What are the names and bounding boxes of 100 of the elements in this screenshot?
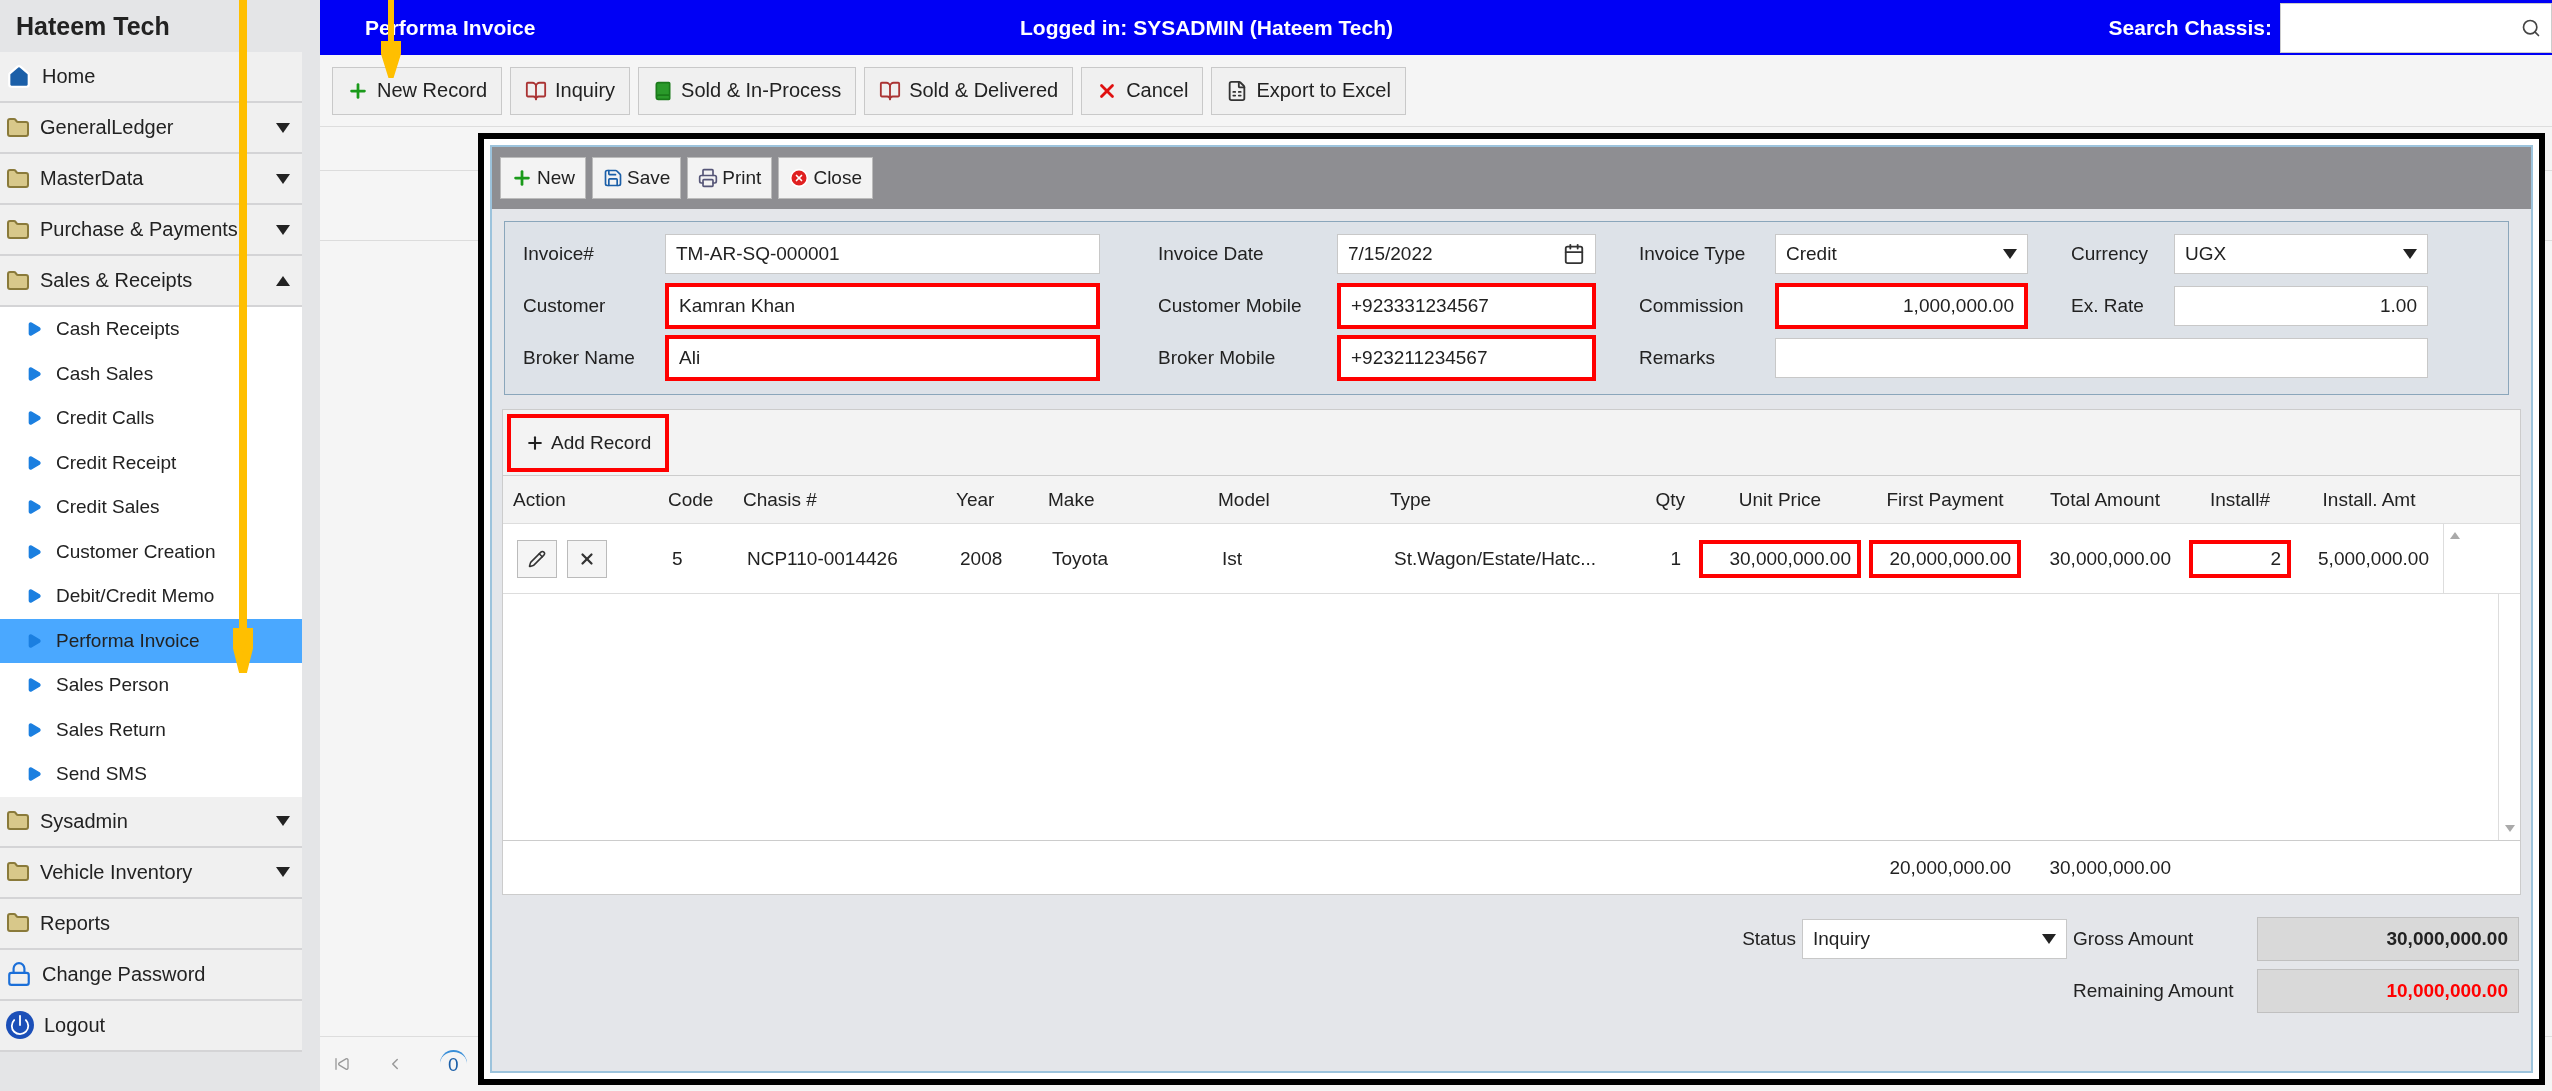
input-field[interactable]: 1,000,000.00 <box>1775 283 2028 329</box>
sidebar-item[interactable]: Change Password <box>0 949 302 1001</box>
bullet-icon <box>26 321 42 338</box>
search-label: Search Chassis: <box>2108 15 2273 40</box>
sidebar-subitem[interactable]: Cash Receipts <box>0 307 302 352</box>
bullet-icon <box>26 632 42 649</box>
sidebar-item[interactable]: Purchase & Payments <box>0 205 302 256</box>
toolbar-button[interactable]: Sold & In-Process <box>638 66 857 115</box>
search-field[interactable] <box>2280 2 2552 53</box>
table-cell-text: 2008 <box>959 546 1004 571</box>
input-field[interactable]: TM-AR-SQ-000001 <box>665 234 1100 274</box>
toolbar-button[interactable]: Print <box>687 157 773 199</box>
sidebar-item[interactable]: Reports <box>0 898 302 950</box>
toolbar-button[interactable]: Inquiry <box>510 66 631 115</box>
amount-field: 30,000,000.00 <box>2257 917 2519 961</box>
field-label: Customer Mobile <box>1158 295 1303 317</box>
expand-caret-icon <box>2042 934 2056 944</box>
sidebar-subitem[interactable]: Cash Sales <box>0 351 302 396</box>
column-header: Type <box>1389 488 1433 511</box>
delete-button[interactable] <box>567 539 607 578</box>
total-cell-text: 20,000,000.00 <box>1888 855 2012 880</box>
column-header: Install. Amt <box>2321 488 2417 511</box>
field-label: Invoice Date <box>1158 243 1265 265</box>
sidebar-subitem[interactable]: Credit Calls <box>0 396 302 441</box>
bullet-icon <box>26 766 42 783</box>
sidebar-item[interactable]: Sales & Receipts <box>0 256 302 307</box>
toolbar-button[interactable]: New <box>500 157 586 199</box>
field-label: Status <box>1742 928 1796 950</box>
table-cell: 30,000,000.00 <box>1699 539 1861 578</box>
collapse-caret-icon <box>276 275 290 286</box>
column-header: Year <box>955 488 996 511</box>
sidebar-subitem[interactable]: Sales Return <box>0 707 302 752</box>
toolbar-button[interactable]: Close <box>778 157 873 199</box>
field-label: Ex. Rate <box>2071 295 2145 317</box>
input-field[interactable]: Kamran Khan <box>665 283 1100 329</box>
sidebar-subitem[interactable]: Sales Person <box>0 663 302 708</box>
dropdown[interactable]: UGX <box>2174 234 2428 274</box>
sidebar-item[interactable]: Home <box>0 52 302 103</box>
toolbar-button[interactable]: Sold & Delivered <box>864 66 1074 115</box>
sidebar-item[interactable]: Sysadmin <box>0 796 302 848</box>
dropdown[interactable]: Inquiry <box>1802 919 2067 959</box>
login-info: Logged in: SYSADMIN (Hateem Tech) <box>1020 15 1394 40</box>
folder-icon <box>6 911 30 935</box>
expand-caret-icon <box>276 122 290 133</box>
book-icon <box>653 80 674 101</box>
field-label: Remarks <box>1639 347 1716 369</box>
bullet-icon <box>26 721 42 738</box>
sidebar-item[interactable]: GeneralLedger <box>0 103 302 154</box>
toolbar-button[interactable]: Cancel <box>1081 66 1204 115</box>
column-header: First Payment <box>1885 488 2005 511</box>
column-header: Model <box>1217 488 1271 511</box>
power-icon <box>6 1011 34 1039</box>
input-field[interactable] <box>1775 338 2428 378</box>
sidebar-subitem[interactable]: Credit Sales <box>0 485 302 530</box>
sidebar-subitem[interactable]: Credit Receipt <box>0 440 302 485</box>
table-cell-text: Ist <box>1221 546 1244 571</box>
folder-icon <box>6 217 30 242</box>
sidebar-subitem[interactable]: Debit/Credit Memo <box>0 574 302 619</box>
column-header: Code <box>667 488 715 511</box>
date-field[interactable]: 7/15/2022 <box>1337 234 1596 274</box>
column-header: Qty <box>1654 488 1686 511</box>
sidebar-item[interactable]: Vehicle Inventory <box>0 847 302 899</box>
save-icon <box>603 168 623 188</box>
bullet-icon <box>26 410 42 427</box>
field-label: Broker Mobile <box>1158 347 1277 369</box>
field-label: Invoice Type <box>1639 243 1747 265</box>
calendar-icon[interactable] <box>1563 243 1585 265</box>
dropdown[interactable]: Credit <box>1775 234 2028 274</box>
field-label: Commission <box>1639 295 1745 317</box>
sidebar-subitem[interactable]: Performa Invoice <box>0 618 302 663</box>
field-label: Broker Name <box>523 347 636 369</box>
page-number[interactable]: 0 <box>440 1050 467 1078</box>
lock-icon <box>6 961 32 987</box>
folder-icon <box>6 115 30 140</box>
add-record-button[interactable]: Add Record <box>507 413 670 472</box>
toolbar-button[interactable]: New Record <box>332 66 503 115</box>
sidebar-item[interactable]: MasterData <box>0 154 302 205</box>
sidebar-subitem[interactable]: Customer Creation <box>0 529 302 574</box>
field-label: Invoice# <box>523 243 595 265</box>
amount-field: 10,000,000.00 <box>2257 969 2519 1013</box>
field-label: Gross Amount <box>2073 928 2195 950</box>
table-cell-text: 5,000,000.00 <box>2317 546 2430 571</box>
table-cell-text: St.Wagon/Estate/Hatc... <box>1393 546 1598 571</box>
input-field[interactable]: +923331234567 <box>1337 283 1596 329</box>
table-cell-text: Toyota <box>1051 546 1109 571</box>
print-icon <box>698 168 719 188</box>
edit-button[interactable] <box>517 539 557 578</box>
book-icon <box>525 79 548 102</box>
expand-caret-icon <box>276 816 290 826</box>
bullet-icon <box>26 543 42 560</box>
toolbar-button[interactable]: Export to Excel <box>1211 66 1406 115</box>
input-field[interactable]: Ali <box>665 335 1100 381</box>
sidebar-item[interactable]: Logout <box>0 1000 302 1052</box>
sidebar-subitem[interactable]: Send SMS <box>0 752 302 797</box>
search-icon[interactable] <box>2521 17 2541 38</box>
folder-icon <box>6 166 30 191</box>
expand-caret-icon <box>276 224 290 235</box>
input-field[interactable]: +923211234567 <box>1337 335 1596 381</box>
toolbar-button[interactable]: Save <box>592 157 682 199</box>
input-field[interactable]: 1.00 <box>2174 286 2428 326</box>
